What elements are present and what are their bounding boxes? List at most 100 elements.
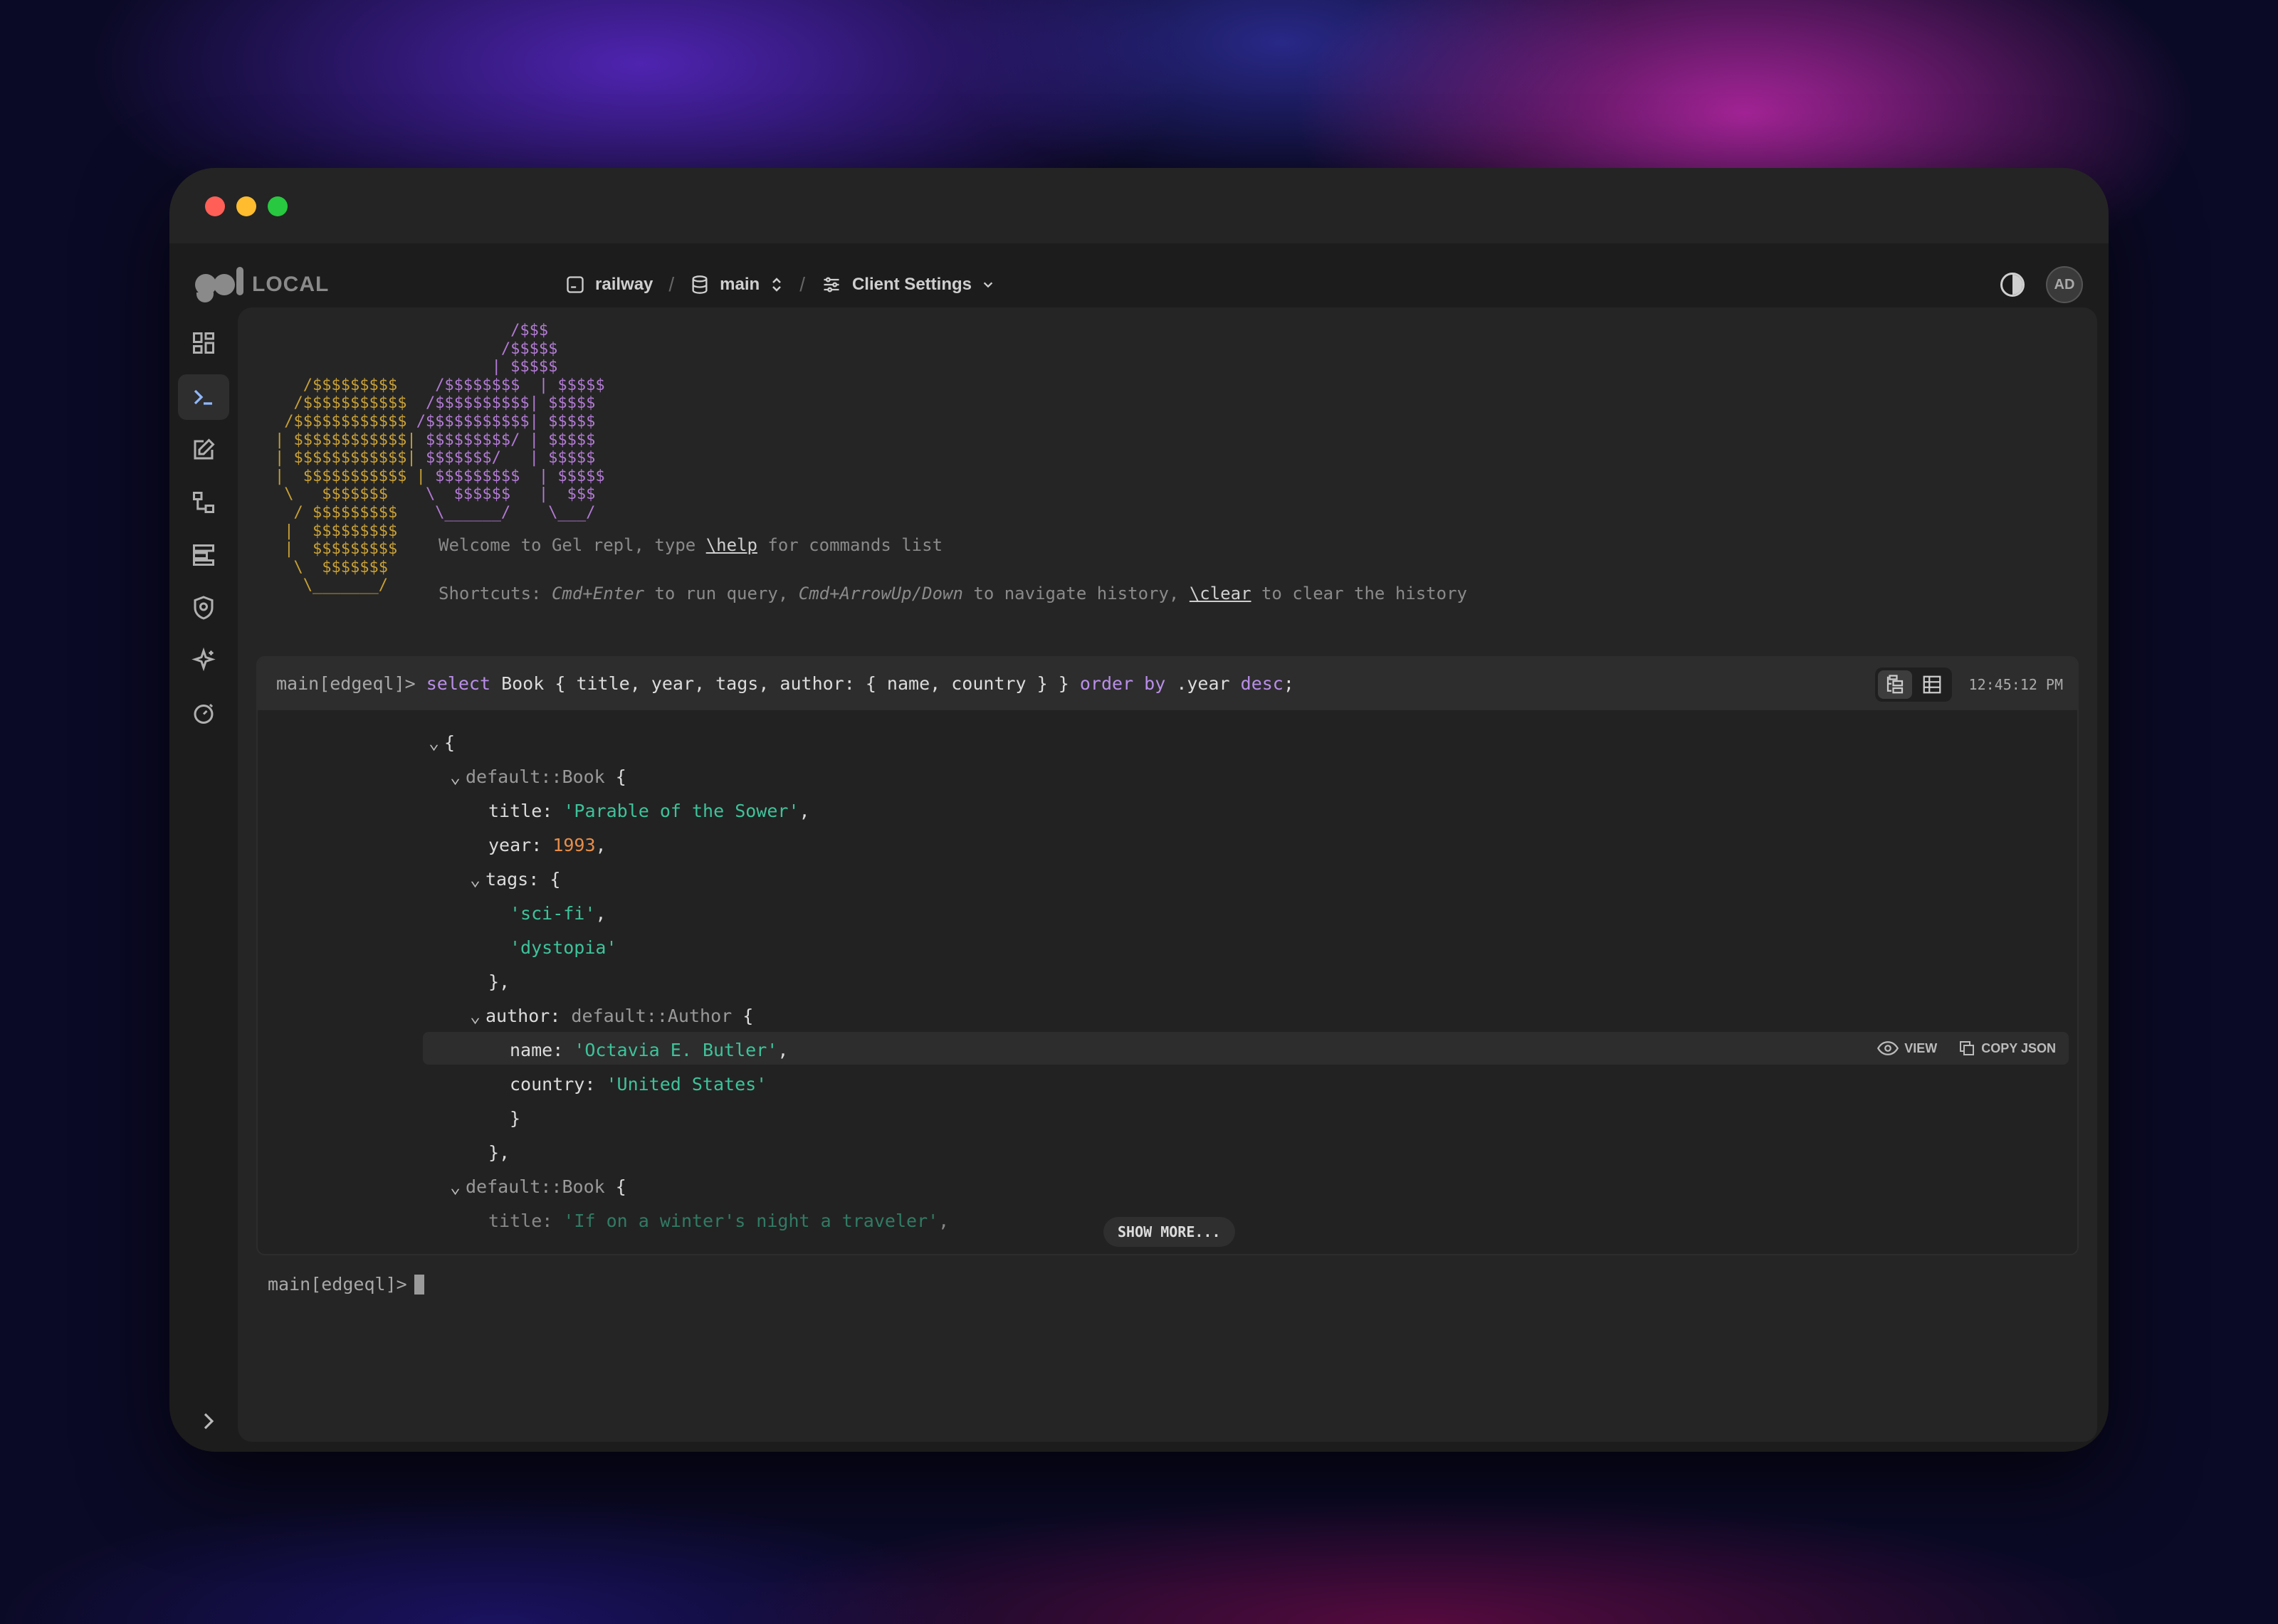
table-view-button[interactable]: [1915, 670, 1949, 699]
sidebar-item-data[interactable]: [178, 532, 229, 578]
schema-icon: [193, 492, 214, 513]
shortcuts-text: to clear the history: [1251, 584, 1467, 603]
copy-json-button[interactable]: COPY JSON: [1958, 1040, 2056, 1057]
sidebar-item-perf[interactable]: [178, 690, 229, 736]
chevron-down-icon[interactable]: ⌄: [429, 732, 444, 753]
repl-panel: /$$$ /$$$$$ | $$$$$ /$$$$$$$$$ /$$$$$$$$…: [238, 307, 2097, 1442]
name-key: name: [510, 1039, 553, 1060]
row-actions: VIEW COPY JSON: [1877, 1032, 2056, 1065]
branch-name: main: [720, 275, 760, 294]
shortcuts-text: to navigate history,: [962, 584, 1190, 603]
repl-input[interactable]: main[edgeql]>: [268, 1274, 424, 1295]
chevron-down-icon[interactable]: ⌄: [450, 766, 466, 787]
shortcuts-hint: Shortcuts: Cmd+Enter to run query, Cmd+A…: [439, 584, 1467, 603]
title-key: title: [488, 800, 542, 821]
theme-toggle-icon[interactable]: [2000, 273, 2025, 297]
instance-name: railway: [595, 275, 654, 294]
query-result-block: main[edgeql]> select Book { title, year,…: [256, 656, 2079, 1255]
copy-icon: [1960, 1041, 1975, 1055]
sidebar-item-schema[interactable]: [178, 480, 229, 525]
tree-row-year: year: 1993,: [488, 834, 607, 855]
maximize-window-button[interactable]: [268, 196, 288, 216]
data-icon: [193, 544, 214, 566]
keyword-order-by: order by: [1079, 673, 1166, 694]
query-terminator: ;: [1283, 673, 1294, 694]
author-type-label: default::Author: [571, 1005, 733, 1026]
grid-icon: [193, 332, 214, 354]
set-open-brace: {: [444, 732, 456, 753]
breadcrumb-instance[interactable]: railway: [565, 275, 653, 295]
input-prompt: main[edgeql]>: [268, 1274, 407, 1295]
welcome-text: Welcome to Gel repl, type: [439, 535, 706, 555]
title2-key: title: [488, 1210, 542, 1231]
terminal-icon: [194, 389, 212, 405]
shortcuts-label: Shortcuts:: [439, 584, 552, 603]
shortcut-run-query: Cmd+Enter: [551, 584, 644, 603]
tag-value: 'dystopia': [510, 937, 617, 958]
chevron-down-icon[interactable]: ⌄: [450, 1176, 466, 1197]
tree-row-author[interactable]: ⌄ author: default::Author {: [470, 999, 753, 1032]
database-icon: [692, 275, 708, 294]
sidebar-item-dashboard[interactable]: [178, 320, 229, 366]
chevron-down-icon[interactable]: ⌄: [470, 869, 485, 890]
book-type-label: default::Book: [466, 766, 605, 787]
expand-sidebar-icon[interactable]: [198, 1411, 219, 1432]
gel-logo[interactable]: LOCAL: [195, 263, 329, 306]
tree-row-set-open[interactable]: ⌄ {: [429, 726, 455, 759]
book2-type-label: default::Book: [466, 1176, 605, 1197]
tree-row-tag: 'sci-fi',: [510, 902, 607, 924]
sidebar-item-ai[interactable]: [178, 638, 229, 683]
app-window: LOCAL railway / main / Client Settings A…: [169, 168, 2109, 1452]
tree-row-title: title: 'Parable of the Sower',: [488, 800, 810, 821]
sparkle-icon: [191, 648, 216, 672]
tree-row-book[interactable]: ⌄ default::Book {: [450, 760, 626, 793]
tree-row-book-close: },: [488, 1141, 510, 1163]
eye-icon: [1877, 1041, 1899, 1055]
sliders-icon: [824, 277, 839, 292]
help-command-link[interactable]: \help: [706, 535, 757, 555]
country-value: 'United States': [606, 1073, 767, 1095]
welcome-message: Welcome to Gel repl, type \help for comm…: [439, 535, 943, 555]
sidebar-item-editor[interactable]: [178, 427, 229, 473]
user-avatar[interactable]: AD: [2046, 266, 2083, 303]
close-window-button[interactable]: [205, 196, 225, 216]
sidebar-item-repl[interactable]: [178, 374, 229, 420]
result-view-toggle: [1875, 668, 1952, 702]
breadcrumb-separator: /: [799, 273, 805, 295]
chevron-up-down-icon: [772, 278, 782, 292]
tree-row-country: country: 'United States': [510, 1073, 767, 1095]
client-settings-dropdown[interactable]: Client Settings: [821, 275, 994, 295]
instance-icon: [567, 276, 584, 293]
text-cursor: [414, 1274, 424, 1295]
query-text[interactable]: main[edgeql]> select Book { title, year,…: [276, 673, 1294, 694]
year-value: 1993: [552, 834, 596, 855]
country-key: country: [510, 1073, 585, 1095]
query-timestamp: 12:45:12 PM: [1968, 676, 2063, 693]
breadcrumb-branch[interactable]: main: [690, 275, 784, 295]
chevron-down-icon[interactable]: ⌄: [470, 1006, 485, 1026]
tree-row-book2[interactable]: ⌄ default::Book {: [450, 1170, 626, 1203]
author-key: author: [485, 1005, 550, 1026]
tree-row-tags[interactable]: ⌄ tags: {: [470, 863, 560, 895]
minimize-window-button[interactable]: [236, 196, 256, 216]
tree-view-button[interactable]: [1878, 670, 1912, 699]
clear-command-link[interactable]: \clear: [1190, 584, 1251, 603]
tree-row-tag: 'dystopia': [510, 931, 617, 964]
shield-icon: [194, 596, 214, 620]
view-button[interactable]: VIEW: [1877, 1040, 1937, 1056]
shortcut-history: Cmd+ArrowUp/Down: [798, 584, 963, 603]
stopwatch-icon: [194, 703, 214, 724]
show-more-button[interactable]: SHOW MORE...: [1103, 1217, 1235, 1247]
instance-type-label: LOCAL: [252, 273, 330, 296]
tree-row-name[interactable]: name: 'Octavia E. Butler',: [510, 1033, 788, 1066]
tag-value: 'sci-fi': [510, 902, 596, 924]
client-settings-label: Client Settings: [851, 275, 972, 294]
keyword-desc: desc: [1240, 673, 1284, 694]
welcome-text-suffix: for commands list: [757, 535, 943, 555]
gel-logo-mark: [195, 267, 245, 302]
title2-value: 'If on a winter's night a traveler': [563, 1210, 939, 1231]
year-key: year: [488, 834, 532, 855]
query-shape: Book { title, year, tags, author: { name…: [490, 673, 1080, 694]
edit-icon: [194, 438, 215, 460]
sidebar-item-auth[interactable]: [178, 585, 229, 631]
